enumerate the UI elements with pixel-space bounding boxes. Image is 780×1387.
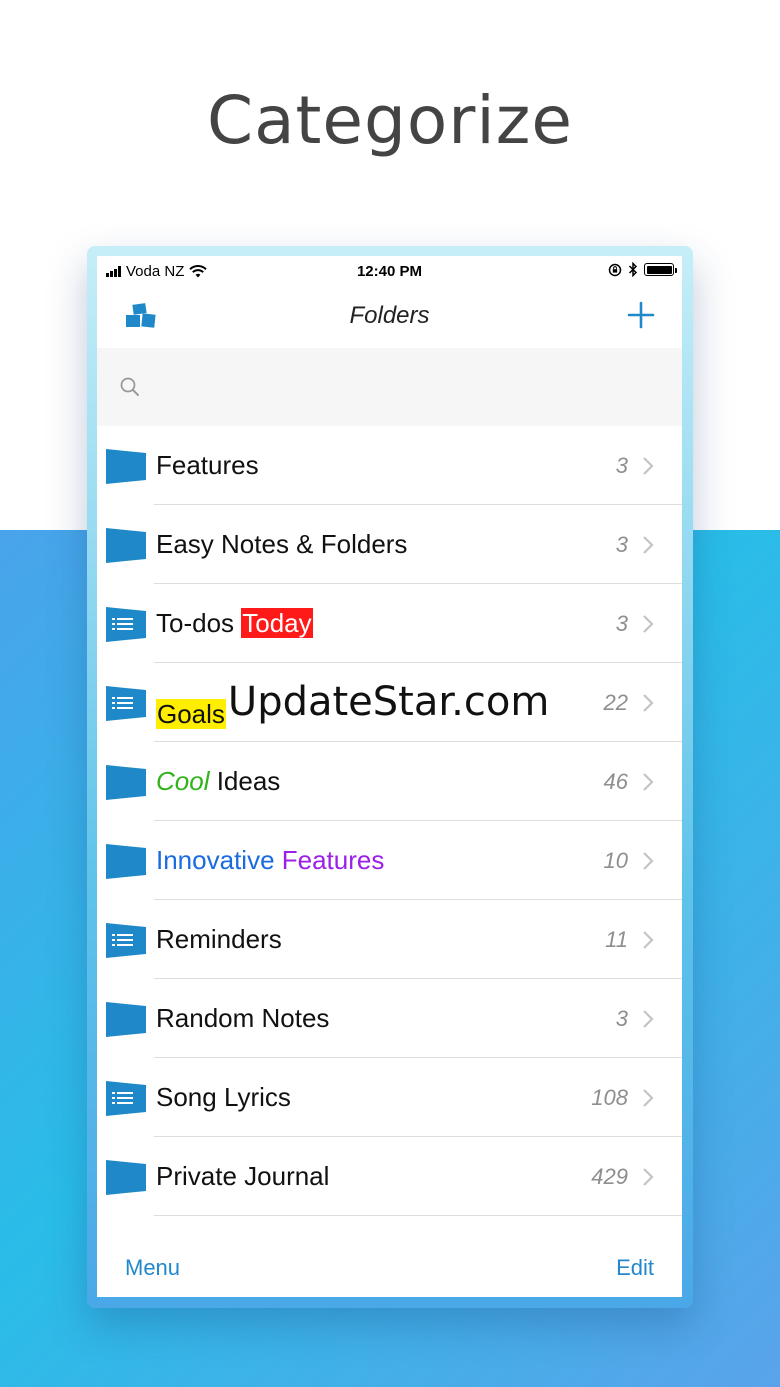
folder-icon [106, 765, 146, 800]
folder-label: Easy Notes & Folders [156, 529, 408, 559]
folder-row-easy-notes[interactable]: Easy Notes & Folders 3 [97, 505, 682, 584]
folder-row-features[interactable]: Features 3 [97, 426, 682, 505]
bluetooth-icon [628, 262, 638, 277]
menu-button[interactable]: Menu [125, 1255, 180, 1281]
folder-row-innovative-features[interactable]: Innovative Features 10 [97, 821, 682, 900]
chevron-right-icon [643, 1089, 654, 1107]
folder-label-blue: Innovative [156, 845, 275, 875]
folder-icon [106, 844, 146, 879]
folder-count: 11 [605, 927, 628, 952]
search-bar [97, 348, 682, 426]
folder-row-private-journal[interactable]: Private Journal 429 [97, 1137, 682, 1216]
battery-icon [644, 263, 677, 276]
folder-count: 22 [603, 690, 628, 715]
folder-list: Features 3 Easy Notes & Folders 3 To-dos… [97, 426, 682, 1216]
chevron-right-icon [643, 1168, 654, 1186]
folder-icon [106, 1160, 146, 1195]
chevron-right-icon [643, 1010, 654, 1028]
watermark-text: UpdateStar.com [227, 679, 550, 725]
folder-label: Random Notes [156, 1003, 330, 1033]
folder-label-highlight: Today [241, 608, 313, 638]
chevron-right-icon [643, 457, 654, 475]
folder-label: Private Journal [156, 1161, 330, 1191]
headline: Categorize [206, 82, 573, 159]
folder-count: 429 [591, 1164, 628, 1189]
folder-label: To-dos Today [156, 608, 313, 639]
folder-icon [106, 449, 146, 484]
checklist-folder-icon [106, 686, 146, 721]
search-icon [120, 377, 139, 396]
folder-label-highlight: Goals [156, 699, 226, 729]
row-separator [154, 1215, 682, 1216]
folder-row-random-notes[interactable]: Random Notes 3 [97, 979, 682, 1058]
chevron-right-icon [643, 773, 654, 791]
status-bar: Voda NZ 12:40 PM [97, 256, 682, 286]
folder-row-reminders[interactable]: Reminders 11 [97, 900, 682, 979]
folder-label: Cool Ideas [156, 766, 280, 797]
chevron-right-icon [643, 931, 654, 949]
folder-row-cool-ideas[interactable]: Cool Ideas 46 [97, 742, 682, 821]
chevron-right-icon [643, 694, 654, 712]
folder-count: 108 [591, 1085, 628, 1110]
checklist-folder-icon [106, 607, 146, 642]
chevron-right-icon [643, 536, 654, 554]
rotation-lock-icon [608, 263, 622, 276]
app-screen: Voda NZ 12:40 PM Folders Features 3 Easy… [97, 256, 682, 1297]
add-folder-button[interactable] [626, 300, 656, 330]
folder-label: Song Lyrics [156, 1082, 291, 1112]
folder-count: 3 [615, 453, 628, 478]
folder-count: 3 [615, 611, 628, 636]
bottom-toolbar: Menu Edit [97, 1231, 682, 1297]
folder-label: GoalsUpdateStar.com [156, 679, 549, 733]
folder-row-goals[interactable]: GoalsUpdateStar.com 22 [97, 663, 682, 742]
folder-label-colored: Cool [156, 766, 210, 796]
folder-label-text: To-dos [156, 608, 242, 638]
chevron-right-icon [643, 852, 654, 870]
navigation-bar: Folders [97, 286, 682, 348]
checklist-folder-icon [106, 1081, 146, 1116]
folder-count: 46 [603, 769, 628, 794]
folder-row-song-lyrics[interactable]: Song Lyrics 108 [97, 1058, 682, 1137]
folder-label: Reminders [156, 924, 282, 954]
edit-button[interactable]: Edit [616, 1255, 654, 1281]
folder-count: 3 [615, 532, 628, 557]
folder-label-text: Ideas [209, 766, 281, 796]
status-right [608, 262, 677, 277]
folder-label: Innovative Features [156, 845, 384, 876]
page-title: Folders [349, 302, 430, 329]
chevron-right-icon [643, 615, 654, 633]
status-time: 12:40 PM [356, 263, 423, 280]
folder-label: Features [156, 450, 259, 480]
folder-count: 10 [603, 848, 628, 873]
checklist-folder-icon [106, 923, 146, 958]
folder-row-todos[interactable]: To-dos Today 3 [97, 584, 682, 663]
folder-count: 3 [615, 1006, 628, 1031]
search-input[interactable] [151, 368, 655, 408]
folder-icon [106, 1002, 146, 1037]
folder-label-purple: Features [274, 845, 385, 875]
folder-icon [106, 528, 146, 563]
